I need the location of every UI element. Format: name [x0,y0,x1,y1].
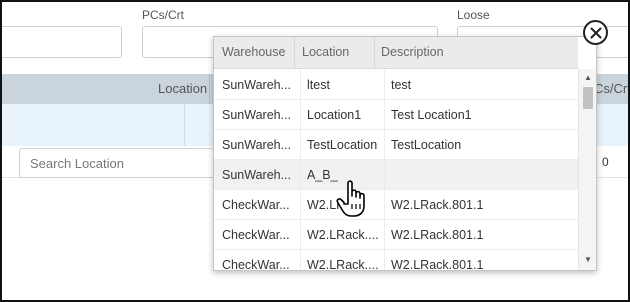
row-description: W2.LRack.801.1 [391,228,484,242]
location-lookup-dropdown: Warehouse Location Description SunWareh.… [213,36,597,271]
row-location: TestLocation [307,138,378,152]
row-warehouse: CheckWar... [222,258,290,271]
row-location: ltest [307,78,330,92]
grid-header-location[interactable]: Location [158,81,207,96]
row-description: TestLocation [391,138,462,152]
dropdown-row[interactable]: SunWareh... ltest test [214,70,578,100]
dropdown-row[interactable]: SunWareh... Location1 Test Location1 [214,100,578,130]
dropdown-row[interactable]: CheckWar... W2.LRack.... W2.LRack.801.1 [214,220,578,250]
row-warehouse: CheckWar... [222,198,290,212]
row-warehouse: SunWareh... [222,138,292,152]
row-description: W2.LRack.801.1 [391,258,484,271]
loose-label: Loose [457,8,490,22]
dropdown-rows: SunWareh... ltest test SunWareh... Location1… [214,70,578,271]
search-location-input[interactable] [19,148,219,178]
dropdown-row[interactable]: SunWareh... TestLocation TestLocation [214,130,578,160]
row-warehouse: SunWareh... [222,168,292,182]
grid-row-value: 0 [602,155,609,169]
row-warehouse: CheckWar... [222,228,290,242]
dropdown-row[interactable]: SunWareh... A_B_ [214,160,578,190]
dropdown-row[interactable]: CheckWar... W2.LRack.... W2.LRack.801.1 [214,250,578,271]
row-location: Location1 [307,108,362,122]
triangle-down-icon[interactable]: ▼ [579,253,596,267]
dropdown-header-description[interactable]: Description [381,45,444,59]
row-description: test [391,78,412,92]
dropdown-header-location[interactable]: Location [302,45,349,59]
row-description: Test Location1 [391,108,472,122]
grid-header-pcs-per-crate[interactable]: Cs/Crt [594,81,630,96]
dropdown-header-warehouse[interactable]: Warehouse [222,45,285,59]
close-icon [590,27,601,38]
row-location: W2.LRack.... [307,258,379,271]
row-warehouse: SunWareh... [222,78,292,92]
hand-pointer-icon [336,180,365,217]
dropdown-scrollbar[interactable]: ▲ ▼ [578,69,596,270]
left-input-field[interactable] [0,26,122,58]
scrollbar-thumb[interactable] [583,87,593,109]
dropdown-row[interactable]: CheckWar... W2.LR... W2.LRack.801.1 [214,190,578,220]
row-location: W2.LRack.... [307,228,379,242]
row-description: W2.LRack.801.1 [391,198,484,212]
dropdown-header: Warehouse Location Description [214,37,578,69]
pcs-per-crate-label: PCs/Crt [142,8,184,22]
triangle-up-icon[interactable]: ▲ [579,71,596,85]
row-warehouse: SunWareh... [222,108,292,122]
close-button[interactable] [583,20,608,45]
